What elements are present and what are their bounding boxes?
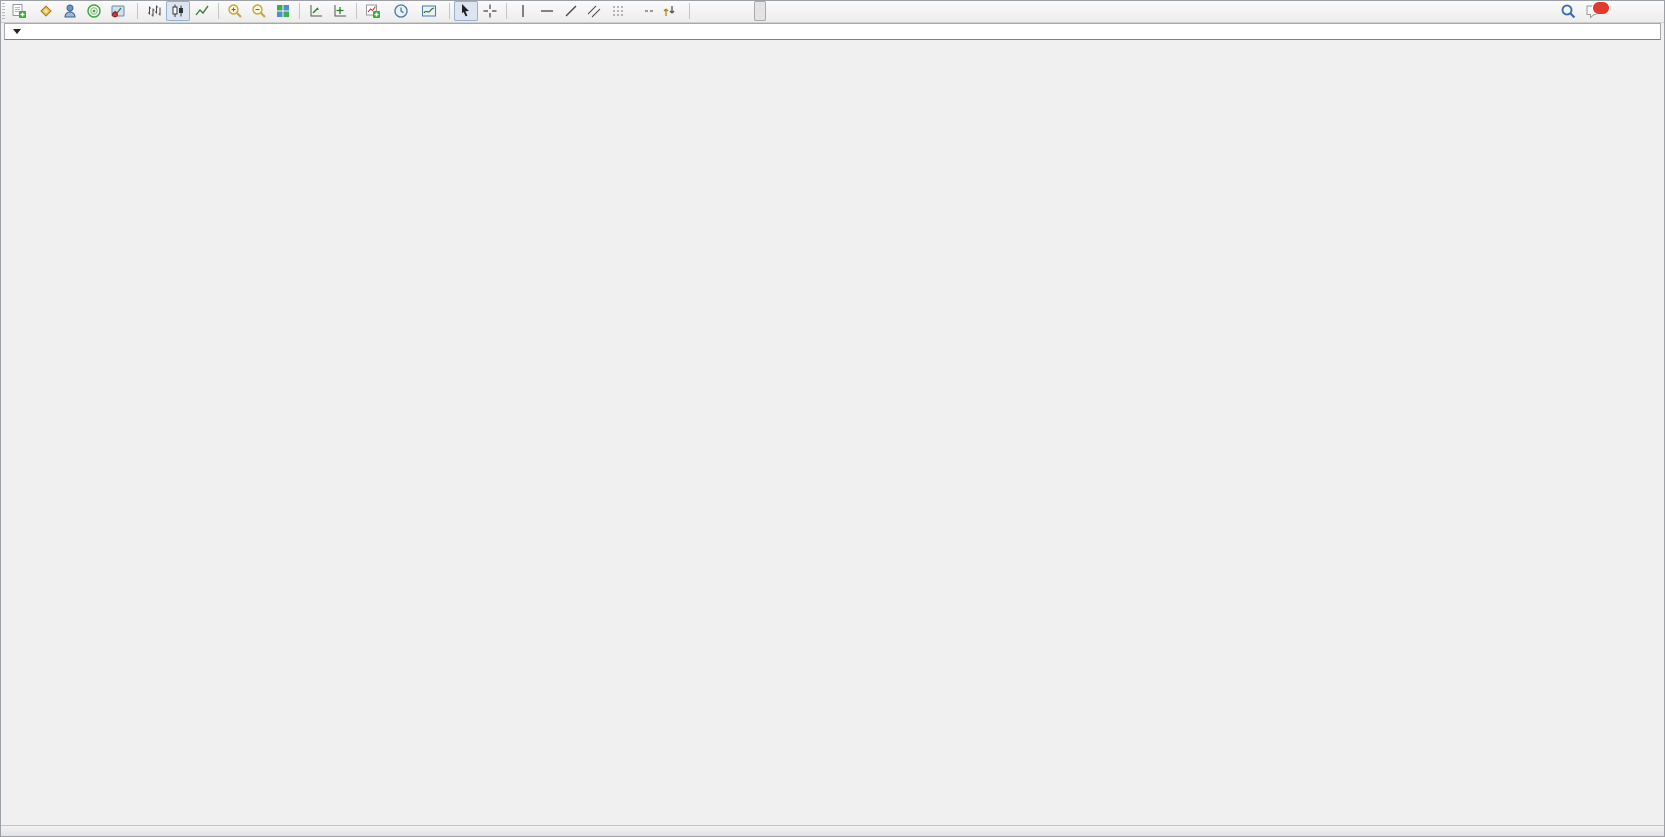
notification-badge <box>1592 1 1610 15</box>
toolbar-separator <box>506 3 507 19</box>
timeframe-m30-button[interactable] <box>730 1 742 21</box>
search-button[interactable] <box>1556 1 1581 21</box>
new-order-icon <box>11 3 27 19</box>
toolbar-separator <box>299 3 300 19</box>
market-watch-icon <box>38 3 54 19</box>
line-chart-icon <box>194 3 210 19</box>
line-chart-button[interactable] <box>190 1 214 21</box>
zoom-out-icon <box>251 3 267 19</box>
templates-button[interactable] <box>417 1 445 21</box>
timeframe-d1-button[interactable] <box>766 1 778 21</box>
crosshair-icon <box>482 3 498 19</box>
indicator-window-crosshair-button[interactable] <box>328 1 352 21</box>
cursor-icon <box>458 3 474 19</box>
new-order-button[interactable] <box>7 1 34 21</box>
chart-menu-arrow-icon[interactable] <box>13 29 21 34</box>
timeframe-w1-button[interactable] <box>778 1 790 21</box>
tile-windows-button[interactable] <box>271 1 295 21</box>
timeframe-m5-button[interactable] <box>706 1 718 21</box>
toolbar-separator <box>449 3 450 19</box>
toolbar-separator <box>137 3 138 19</box>
horizontal-line-icon <box>539 3 555 19</box>
zoom-out-button[interactable] <box>247 1 271 21</box>
templates-icon <box>421 3 437 19</box>
candlestick-chart-icon <box>170 3 186 19</box>
signals-button[interactable] <box>82 1 106 21</box>
trendline-button[interactable] <box>559 1 583 21</box>
indicator-window-icon <box>308 3 324 19</box>
main-toolbar <box>0 0 1665 23</box>
timeframe-h4-button[interactable] <box>754 1 766 21</box>
timeframe-m15-button[interactable] <box>718 1 730 21</box>
crosshair-button[interactable] <box>478 1 502 21</box>
equidistant-channel-icon <box>587 3 601 19</box>
equidistant-channel-button[interactable] <box>583 1 608 21</box>
market-watch-button[interactable] <box>34 1 58 21</box>
auto-trading-icon <box>110 3 126 19</box>
chart-header <box>4 23 1661 40</box>
data-window-icon <box>62 3 78 19</box>
add-indicator-icon <box>365 3 381 19</box>
vertical-line-button[interactable] <box>511 1 535 21</box>
timeframe-m1-button[interactable] <box>694 1 706 21</box>
vertical-line-icon <box>515 3 531 19</box>
fibonacci-button[interactable] <box>608 1 633 21</box>
periods-button[interactable] <box>389 1 417 21</box>
signals-icon <box>86 3 102 19</box>
clock-icon <box>393 3 409 19</box>
timeframe-h1-button[interactable] <box>742 1 754 21</box>
bar-chart-icon <box>146 3 162 19</box>
trendline-icon <box>563 3 579 19</box>
text-label-icon <box>645 10 653 12</box>
timeframe-mn-button[interactable] <box>790 1 802 21</box>
zoom-in-icon <box>227 3 243 19</box>
auto-trading-button[interactable] <box>106 1 133 21</box>
candlestick-chart-button[interactable] <box>166 1 190 21</box>
text-label-button[interactable] <box>641 1 657 21</box>
tile-windows-icon <box>275 3 291 19</box>
fibonacci-icon <box>612 3 626 19</box>
indicator-window-crosshair-icon <box>332 3 348 19</box>
arrows-icon <box>661 3 677 19</box>
cursor-button[interactable] <box>454 1 478 21</box>
data-window-button[interactable] <box>58 1 82 21</box>
add-indicator-button[interactable] <box>361 1 389 21</box>
zoom-in-button[interactable] <box>223 1 247 21</box>
toolbar-separator <box>356 3 357 19</box>
indicator-window-button[interactable] <box>304 1 328 21</box>
toolbar-grip[interactable] <box>2 3 5 19</box>
toolbar-separator <box>218 3 219 19</box>
text-tool-button[interactable] <box>633 1 641 21</box>
toolbar-separator <box>689 3 690 19</box>
arrows-button[interactable] <box>657 1 685 21</box>
search-icon <box>1560 3 1577 20</box>
status-bar <box>0 825 1665 837</box>
horizontal-line-button[interactable] <box>535 1 559 21</box>
bar-chart-button[interactable] <box>142 1 166 21</box>
notifications-button[interactable] <box>1581 1 1607 21</box>
price-chart[interactable] <box>0 0 1665 837</box>
